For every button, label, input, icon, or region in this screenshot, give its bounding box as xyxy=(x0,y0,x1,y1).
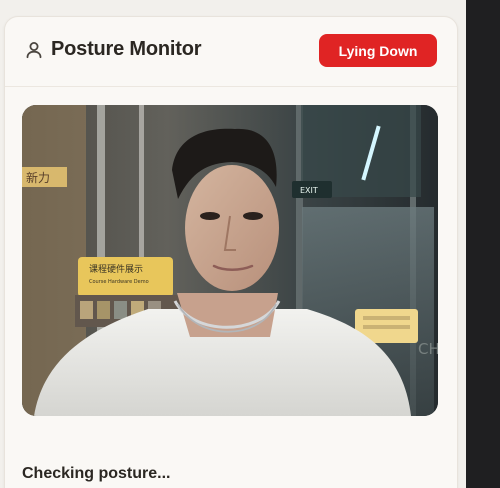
person-face xyxy=(185,165,279,291)
status-badge: Lying Down xyxy=(319,34,437,67)
left-sign-text: 新力 xyxy=(26,170,50,185)
camera-feed-image: 新力 EXIT 课程硬件展示 Course Hardware Demo C xyxy=(22,105,438,416)
display-item-3 xyxy=(114,301,127,319)
posture-monitor-card: Posture Monitor Lying Down 新力 EXIT 课程硬件展… xyxy=(4,16,458,488)
course-banner-title: 课程硬件展示 xyxy=(89,263,143,275)
card-header: Posture Monitor Lying Down xyxy=(5,17,457,87)
user-icon xyxy=(26,41,42,58)
posture-status-text: Checking posture... xyxy=(22,465,171,482)
person-right-eye xyxy=(243,212,263,220)
door-text: CHA xyxy=(418,340,438,358)
course-hardware-banner xyxy=(78,257,173,297)
camera-feed: 新力 EXIT 课程硬件展示 Course Hardware Demo C xyxy=(22,105,438,416)
right-dark-panel xyxy=(466,0,500,488)
display-item-1 xyxy=(80,301,93,319)
door-notice-line-2 xyxy=(363,325,410,329)
door-notice-line-1 xyxy=(363,316,410,320)
person-neck xyxy=(177,293,278,337)
app-window: Posture Monitor Lying Down 新力 EXIT 课程硬件展… xyxy=(0,0,500,488)
display-item-2 xyxy=(97,301,110,319)
title-group: Posture Monitor xyxy=(24,38,202,61)
exit-sign-text: EXIT xyxy=(300,186,318,195)
page-title: Posture Monitor xyxy=(51,38,202,60)
person-left-eye xyxy=(200,212,220,220)
course-banner-subtitle: Course Hardware Demo xyxy=(89,279,149,285)
